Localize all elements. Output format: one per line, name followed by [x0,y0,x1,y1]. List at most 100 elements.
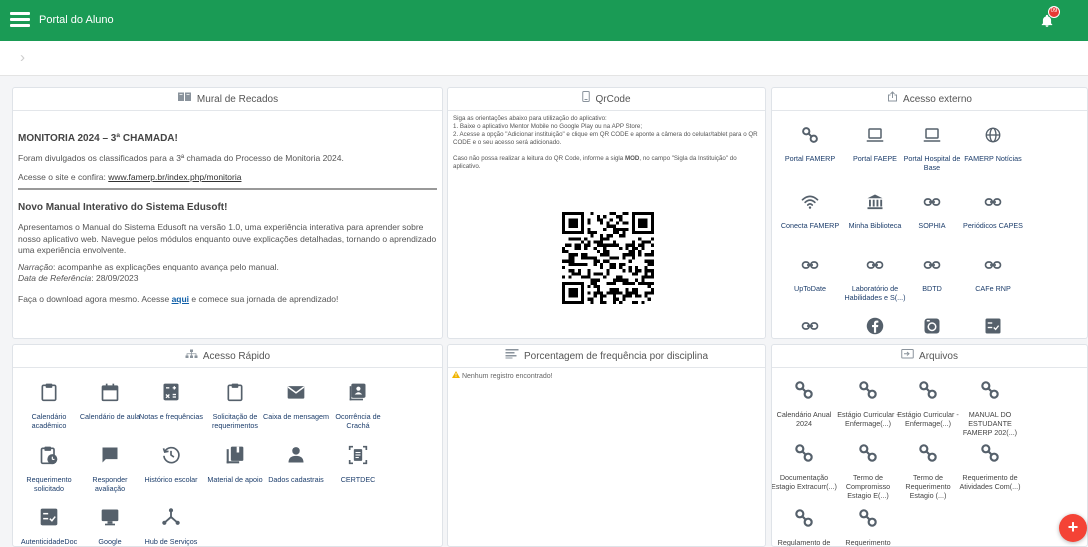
download-link[interactable]: aqui [172,294,189,304]
acesso-rapido-tile[interactable]: Responder avaliação [77,445,143,493]
data-referencia-label: Data de Referência [18,273,92,283]
download-prefix: Faça o download agora mesmo. Acesse [18,293,172,304]
arquivos-title: Arquivos [919,351,958,363]
acesso-externo-tile[interactable]: SOPHIA [899,193,965,230]
acesso-rapido-tile[interactable]: Solicitação de requerimentos [202,382,268,430]
acesso-rapido-tile[interactable]: Requerimento solicitado [16,445,82,493]
tile-label: Documentação Estagio Extracurr(...) [771,473,837,491]
tile-label: Responder avaliação [92,475,128,493]
arquivos-tile[interactable]: MANUAL DO ESTUDANTE FAMERP 202(...) [957,380,1023,437]
arquivos-tile[interactable]: Requerimento [835,508,901,546]
arquivos-tile[interactable]: Requerimento de Atividades Com(...) [957,443,1023,491]
bar-list-icon [505,345,519,368]
notification-bell-icon[interactable]: 09 [1040,6,1062,33]
person-icon [263,445,329,470]
acesso-externo-tile[interactable]: Periódicos CAPES [960,193,1026,230]
tile-label: Portal Hospital de Base [903,154,961,172]
top-app-bar: Portal do Aluno 09 [0,0,1088,41]
acesso-rapido-tile[interactable]: AutenticidadeDoc [16,507,82,546]
breadcrumb-chevron-icon[interactable]: › [20,49,25,66]
tile-label: Termo de Compromisso Estagio E(...) [845,473,891,500]
arquivos-tile[interactable]: Termo de Compromisso Estagio E(...) [835,443,901,500]
tile-label: Calendário acadêmico [31,412,67,430]
acesso-externo-tile[interactable] [777,317,843,339]
warning-icon [452,371,462,380]
acesso-externo-tile[interactable] [899,317,965,339]
link-icon [771,443,837,468]
post2-body: Apresentamos o Manual do Sistema Edusoft… [18,222,437,255]
tile-label: Estágio Curricular - Enfermage(...) [897,410,959,428]
tile-label: Hub de Serviços [144,537,198,546]
instagram-icon [899,317,965,339]
chain-icon [899,193,965,216]
link-icon [771,508,837,533]
acesso-externo-tile[interactable]: FAMERP Notícias [960,126,1026,163]
arquivos-tile[interactable]: Regulamento de [771,508,837,547]
tile-label: Regulamento de [777,538,831,547]
hub-icon [138,507,204,532]
acesso-rapido-tile[interactable]: Ocorrência de Crachá [325,382,391,430]
sitemap-icon [185,345,198,368]
acesso-rapido-tile[interactable]: Calendário de aula [77,382,143,421]
app-title: Portal do Aluno [39,14,114,26]
tile-label: Portal FAMERP [784,154,836,163]
link-icon [835,508,901,533]
acesso-externo-tile[interactable]: Portal Hospital de Base [899,126,965,172]
tile-label: CAFe RNP [975,284,1011,293]
tile-label: Material de apoio [207,475,263,484]
acesso-externo-tile[interactable] [960,317,1026,339]
tile-label: BDTD [922,284,942,293]
acesso-rapido-tile[interactable]: Google [77,507,143,546]
acesso-externo-tile[interactable]: Portal FAMERP [777,126,843,163]
arquivos-tile[interactable]: Calendário Anual 2024 [772,380,837,428]
link-icon [777,126,843,149]
arquivos-tile[interactable]: Documentação Estagio Extracurr(...) [771,443,837,491]
tile-label: Solicitação de requerimentos [212,412,258,430]
chain-icon [899,256,965,279]
acesso-externo-tile[interactable]: UpToDate [777,256,843,293]
post-divider [18,187,437,190]
hamburger-menu-icon[interactable] [10,12,30,28]
acesso-rapido-tile[interactable]: Dados cadastrais [263,445,329,484]
acesso-rapido-title: Acesso Rápido [202,351,271,363]
acesso-rapido-tile[interactable]: Calendário acadêmico [16,382,82,430]
laptop-icon [899,126,965,149]
chain-icon [960,193,1026,216]
empty-message: Nenhum registro encontrado! [461,373,553,380]
badge-icon [325,382,391,407]
tile-label: Notas e frequências [139,412,203,421]
acesso-externo-tile[interactable]: CAFe RNP [960,256,1026,293]
mural-title: Mural de Recados [196,94,279,106]
acesso-rapido-tile[interactable]: Histórico escolar [138,445,204,484]
history-icon [138,445,204,470]
acesso-rapido-tile[interactable]: Caixa de mensagem [263,382,329,421]
qr-sigla: MOD [624,155,640,162]
acesso-rapido-tile[interactable]: Hub de Serviços [138,507,204,546]
arquivos-tile[interactable]: Termo de Requerimento Estagio (...) [895,443,961,500]
mural-header: Mural de Recados [13,88,442,111]
tile-label: CERTDEC [340,475,376,484]
qrcode-title: QrCode [595,94,631,106]
calendar-icon [77,382,143,407]
clipboard-clock-icon [16,445,82,470]
arquivos-tile[interactable]: Estágio Curricular - Enfermage(...) [835,380,901,428]
add-floating-button[interactable]: + [1059,514,1087,542]
tile-label: Ocorrência de Crachá [335,412,381,430]
acesso-externo-tile[interactable]: Conecta FAMERP [777,193,843,230]
acesso-externo-title: Acesso externo [903,94,972,106]
acesso-rapido-tile[interactable]: CERTDEC [325,445,391,484]
mural-panel: Mural de Recados MONITORIA 2024 – 3ª CHA… [12,87,443,339]
arquivos-tile[interactable]: Estágio Curricular - Enfermage(...) [895,380,961,428]
tile-label: Calendário de aula [79,412,141,421]
post1-body: Foram divulgados os classificados para a… [18,152,344,163]
monitor-icon [77,507,143,532]
acesso-externo-tile[interactable]: BDTD [899,256,965,293]
acesso-rapido-tile[interactable]: Notas e frequências [138,382,204,421]
monitoria-link[interactable]: www.famerp.br/index.php/monitoria [108,172,241,182]
certificate-icon [325,445,391,470]
breadcrumb: › [0,41,1088,76]
acesso-rapido-tile[interactable]: Material de apoio [202,445,268,484]
qr-instruction-3: 2. Acesse a opção "Adicionar instituição… [453,131,758,146]
link-icon [895,443,961,468]
chain-icon [777,317,843,339]
